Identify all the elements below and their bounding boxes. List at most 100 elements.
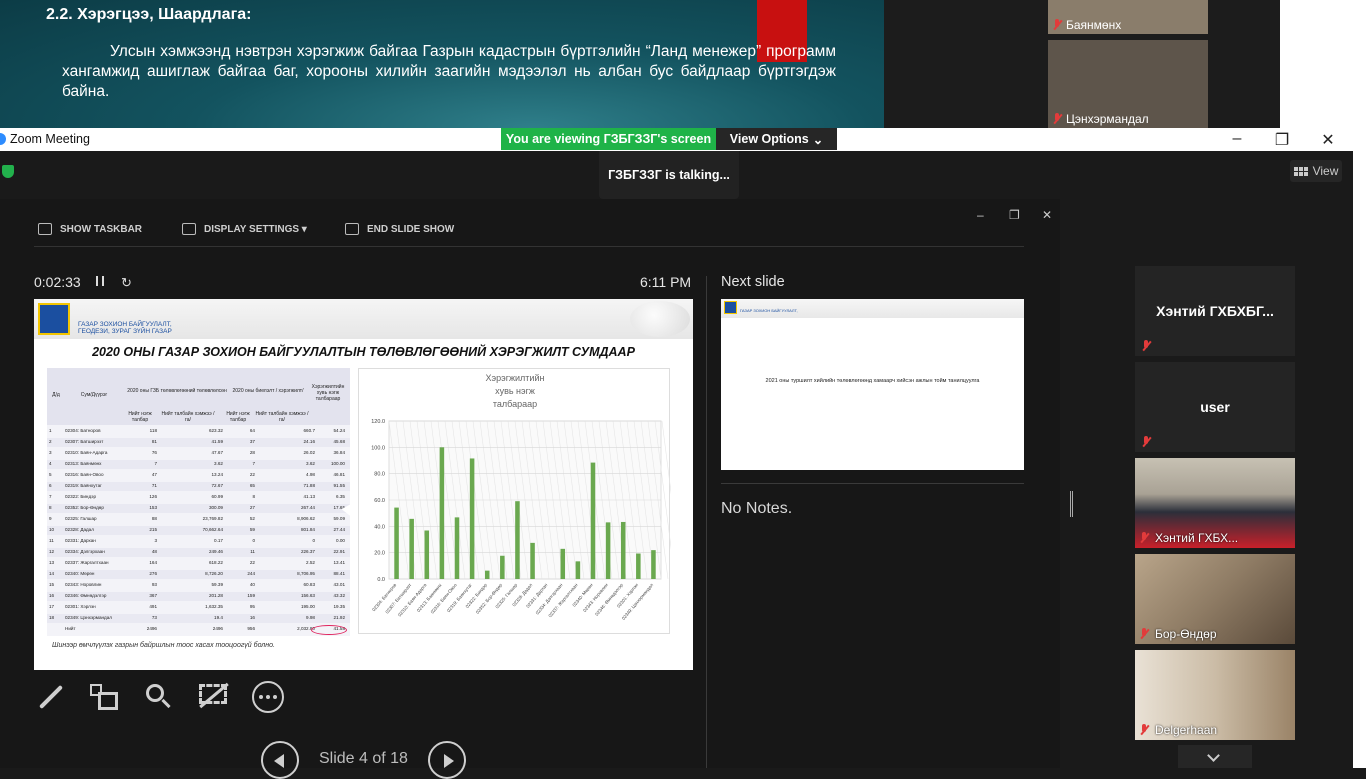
table-cell: 43.32: [333, 593, 346, 598]
col-plan-count: Нийт нэгж талбар: [128, 411, 152, 423]
table-cell: 618.22: [208, 560, 223, 565]
table-cell: 159: [247, 593, 255, 598]
table-cell: 23,769.82: [202, 516, 223, 521]
show-taskbar-button[interactable]: SHOW TASKBAR: [38, 223, 142, 235]
next-slide-label: Next slide: [721, 274, 785, 290]
black-screen-icon[interactable]: [196, 680, 230, 714]
reset-timer-icon[interactable]: ↻: [121, 275, 132, 291]
participant-tile[interactable]: user: [1135, 362, 1295, 452]
table-cell: 02334: Дэлгэрхаан: [65, 549, 105, 554]
participant-label: Хэнтий ГХБХ...: [1139, 531, 1238, 545]
previous-slide-button[interactable]: [261, 741, 299, 779]
table-cell: 27.44: [333, 527, 346, 532]
mongolia-emblem-logo: [724, 301, 737, 314]
table-cell: 13.24: [211, 472, 224, 477]
table-cell: 2,032.80: [297, 626, 315, 631]
participant-video-tile[interactable]: Delgerhaan: [1135, 650, 1295, 740]
window-close-button[interactable]: ✕: [1318, 130, 1338, 149]
table-cell: 11: [49, 538, 54, 543]
table-cell: 72.67: [211, 483, 224, 488]
view-options-label: View Options: [729, 132, 809, 146]
zoom-into-slide-icon[interactable]: [142, 680, 176, 714]
shared-slide-heading: 2.2. Хэрэгцээ, Шаардлага:: [46, 6, 252, 23]
table-cell: 02313: Баянмөнх: [65, 461, 102, 466]
clock: 6:11 PM: [640, 274, 692, 290]
table-cell: 46.81: [333, 472, 346, 477]
y-tick-label: 40.0: [374, 524, 385, 530]
table-cell: 02304: Батноров: [65, 428, 101, 433]
shared-slide-top: 2.2. Хэрэгцээ, Шаардлага: Улсын хэмжээнд…: [0, 0, 884, 128]
table-cell: 8,906.62: [297, 516, 315, 521]
pane-resize-handle[interactable]: [1070, 491, 1073, 517]
table-cell: 126: [149, 494, 157, 499]
table-row: 16 02346: Өмнөдэлгэр 367 201.28 159 156.63 43.…: [47, 592, 350, 601]
table-cell: 26.02: [303, 450, 316, 455]
table-cell: 491: [149, 604, 157, 609]
table-row: 15 02343: Норовлин 93 59.39 40 60.83 43.01: [47, 581, 350, 590]
window-restore-button[interactable]: ❐: [1272, 130, 1292, 149]
table-cell: 2.52: [306, 560, 315, 565]
chevron-down-icon: [1207, 749, 1220, 762]
table-cell: 956: [247, 626, 255, 631]
current-slide[interactable]: ГАЗАР ЗОХИОН БАЙГУУЛАЛТ, ГЕОДЕЗИ, ЗУРАГ …: [34, 299, 693, 670]
grid-view-icon: [1293, 166, 1308, 176]
next-slide-text: 2021 оны туршилт хийлийн төлөвлөгөөнд ха…: [765, 378, 980, 384]
pen-tool-icon[interactable]: [34, 680, 68, 714]
table-row: 5 02316: Баян-Овоо 47 13.24 22 4.98 46.81: [47, 471, 350, 480]
shared-slide-paragraph: Улсын хэмжээнд нэвтрэн хэрэгжиж байгаа Г…: [62, 43, 836, 100]
participant-video-tile[interactable]: Хэнтий ГХБХ...: [1135, 458, 1295, 548]
presenter-close-button[interactable]: ✕: [1042, 208, 1052, 222]
table-cell: 02331: Дархан: [65, 538, 96, 543]
next-slide-preview[interactable]: ГАЗАР ЗОХИОН БАЙГУУЛАЛТ, 2021 оны туршил…: [721, 299, 1024, 470]
view-options-button[interactable]: View Options ⌄: [716, 128, 837, 150]
table-cell: 8: [49, 505, 52, 510]
table-cell: 16: [249, 615, 255, 620]
speaker-notes: No Notes.: [721, 500, 793, 517]
table-row: 6 02319: Баянхутаг 71 72.67 65 71.88 91.55: [47, 482, 350, 491]
table-cell: 22.91: [333, 549, 346, 554]
table-cell: 215: [149, 527, 157, 532]
participant-tile[interactable]: Хэнтий ГХБХБГ...: [1135, 266, 1295, 356]
presenter-restore-button[interactable]: ❐: [1009, 208, 1020, 222]
toolbar-divider: [34, 246, 1024, 247]
y-tick-label: 120.0: [371, 419, 385, 425]
see-all-slides-icon[interactable]: [88, 680, 122, 714]
table-cell: 0: [312, 538, 315, 543]
talking-indicator: ГЗБГЗЗГ is talking...: [599, 151, 739, 199]
bar: [439, 447, 445, 579]
table-cell: 59.39: [211, 582, 224, 587]
table-row: 11 02331: Дархан 3 0.17 0 0 0.00: [47, 537, 350, 546]
view-button[interactable]: View: [1290, 160, 1342, 182]
table-cell: 6: [49, 483, 52, 488]
security-shield-icon[interactable]: [2, 165, 14, 178]
table-cell: 3.62: [214, 461, 223, 466]
table-cell: 59.09: [333, 516, 346, 521]
table-cell: 36.84: [333, 450, 346, 455]
viewing-banner: You are viewing ГЗБГЗЗГ's screen View Op…: [501, 128, 837, 150]
globe-decoration: [630, 301, 690, 337]
gallery-scroll-down-button[interactable]: [1178, 745, 1252, 768]
next-slide-button[interactable]: [428, 741, 466, 779]
end-show-icon: [345, 223, 359, 235]
bar: [515, 501, 520, 579]
window-minimize-button[interactable]: –: [1227, 130, 1247, 148]
bar: [454, 517, 460, 579]
slide-footnote: Шинээр өмчлүүлэх газрын байршлын тоос ха…: [52, 642, 275, 649]
table-cell: 02343: Норовлин: [65, 582, 102, 587]
table-cell: 6.35: [336, 494, 345, 499]
slide-counter: Slide 4 of 18: [319, 750, 408, 767]
table-cell: 164: [149, 560, 157, 565]
presenter-minimize-button[interactable]: –: [977, 208, 984, 222]
thumb-name: Баянмөнх: [1066, 18, 1122, 32]
viewing-message: You are viewing ГЗБГЗЗГ's screen: [501, 128, 716, 150]
pause-icon[interactable]: [96, 276, 104, 286]
display-settings-button[interactable]: DISPLAY SETTINGS ▾: [182, 223, 307, 235]
table-row: 2 02307: Батширээт 81 41.59 37 24.16 45.68: [47, 438, 350, 447]
participant-video-tile[interactable]: Бор-Өндөр: [1135, 554, 1295, 644]
table-cell: 41.13: [303, 494, 316, 499]
thumb-participant[interactable]: Баянмөнх: [1048, 0, 1208, 34]
end-slide-show-button[interactable]: END SLIDE SHOW: [345, 223, 454, 235]
more-options-icon[interactable]: [251, 680, 285, 714]
thumb-participant[interactable]: Цэнхэрмандал: [1048, 40, 1208, 128]
table-cell: 02307: Батширээт: [65, 439, 104, 444]
